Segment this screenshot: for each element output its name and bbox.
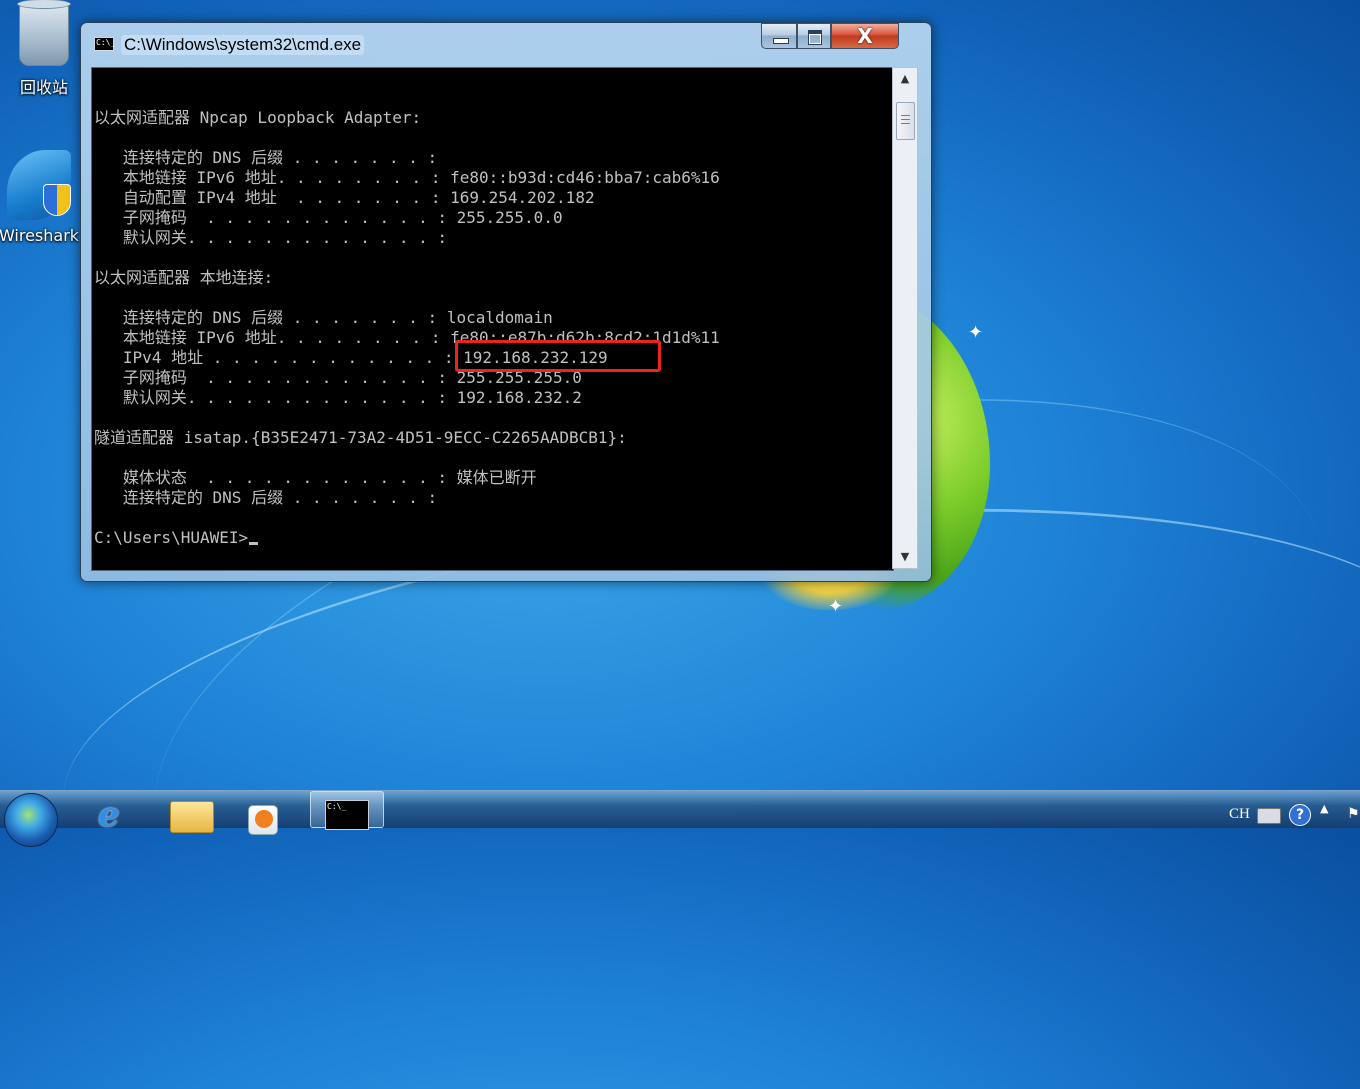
language-indicator[interactable]: CH <box>1229 806 1250 823</box>
cmd-icon: C:\_ <box>325 800 369 830</box>
minimize-button[interactable] <box>761 23 797 49</box>
maximize-button[interactable] <box>797 23 831 49</box>
console-line: 连接特定的 DNS 后缀 . . . . . . . : <box>94 148 438 167</box>
cmd-icon[interactable]: C:\_ <box>94 37 115 51</box>
folder-icon <box>170 801 214 833</box>
scroll-down-arrow[interactable]: ▼ <box>893 546 917 568</box>
media-player-icon <box>248 805 278 835</box>
console-line: 连接特定的 DNS 后缀 . . . . . . . : localdomain <box>94 308 553 327</box>
window-titlebar[interactable]: C:\_ C:\Windows\system32\cmd.exe X <box>81 23 931 67</box>
close-button[interactable]: X <box>831 23 899 49</box>
console-line: 自动配置 IPv4 地址 . . . . . . . : 169.254.202… <box>94 188 595 207</box>
tray-options-icon[interactable]: ▲ <box>1320 802 1328 815</box>
help-icon[interactable]: ? <box>1289 804 1311 826</box>
taskbar: e C:\_ <box>0 790 1360 847</box>
internet-explorer-icon: e <box>98 795 120 835</box>
desktop-icon-recycle-bin[interactable]: 回收站 <box>4 0 84 98</box>
console-line: 默认网关. . . . . . . . . . . . . : 192.168.… <box>94 388 582 407</box>
wireshark-icon <box>7 150 71 220</box>
console-line: 媒体状态 . . . . . . . . . . . . : 媒体已断开 <box>94 468 537 487</box>
recycle-bin-icon <box>17 0 71 66</box>
vertical-scrollbar[interactable]: ▲ ▼ <box>892 67 918 569</box>
console-line: 以太网适配器 Npcap Loopback Adapter: <box>94 108 422 127</box>
desktop-icon-label: Wireshark <box>0 226 80 245</box>
console-line: 连接特定的 DNS 后缀 . . . . . . . : <box>94 488 438 507</box>
text-cursor <box>249 542 259 545</box>
taskbar-cmd-button[interactable]: C:\_ <box>310 791 384 830</box>
scroll-up-arrow[interactable]: ▲ <box>893 68 917 90</box>
ipv4-highlight-box <box>455 340 661 372</box>
scroll-thumb[interactable] <box>896 102 915 140</box>
console-output[interactable]: 以太网适配器 Npcap Loopback Adapter: 连接特定的 DNS… <box>91 67 894 571</box>
wallpaper-sparkle: ✦ <box>828 596 844 617</box>
uac-shield-icon <box>43 184 71 216</box>
console-line: 隧道适配器 isatap.{B35E2471-73A2-4D51-9ECC-C2… <box>94 428 627 447</box>
keyboard-icon[interactable] <box>1257 808 1281 824</box>
maximize-icon <box>808 30 822 45</box>
console-line: C:\Users\HUAWEI> <box>94 528 720 548</box>
action-center-flag-icon[interactable]: ⚑ <box>1347 806 1360 822</box>
console-text: 以太网适配器 Npcap Loopback Adapter: 连接特定的 DNS… <box>94 108 720 548</box>
desktop-icon-wireshark[interactable]: Wireshark <box>0 150 84 245</box>
minimize-icon <box>773 38 789 44</box>
start-button[interactable] <box>4 793 58 847</box>
taskbar-ie-button[interactable]: e <box>92 793 136 835</box>
close-icon: X <box>857 24 873 48</box>
cmd-window[interactable]: C:\_ C:\Windows\system32\cmd.exe X 以太网适配… <box>80 22 932 582</box>
wallpaper-sparkle: ✦ <box>968 322 984 343</box>
console-line: 本地链接 IPv6 地址. . . . . . . . : fe80::b93d… <box>94 168 720 187</box>
desktop-icon-label: 回收站 <box>19 78 68 97</box>
console-line: 子网掩码 . . . . . . . . . . . . : 255.255.0… <box>94 208 563 227</box>
console-line: 默认网关. . . . . . . . . . . . . : <box>94 228 447 247</box>
window-title: C:\Windows\system32\cmd.exe <box>121 35 365 55</box>
taskbar-explorer-button[interactable] <box>168 793 216 833</box>
console-line: 以太网适配器 本地连接: <box>94 268 274 287</box>
taskbar-media-player-button[interactable] <box>246 793 282 835</box>
